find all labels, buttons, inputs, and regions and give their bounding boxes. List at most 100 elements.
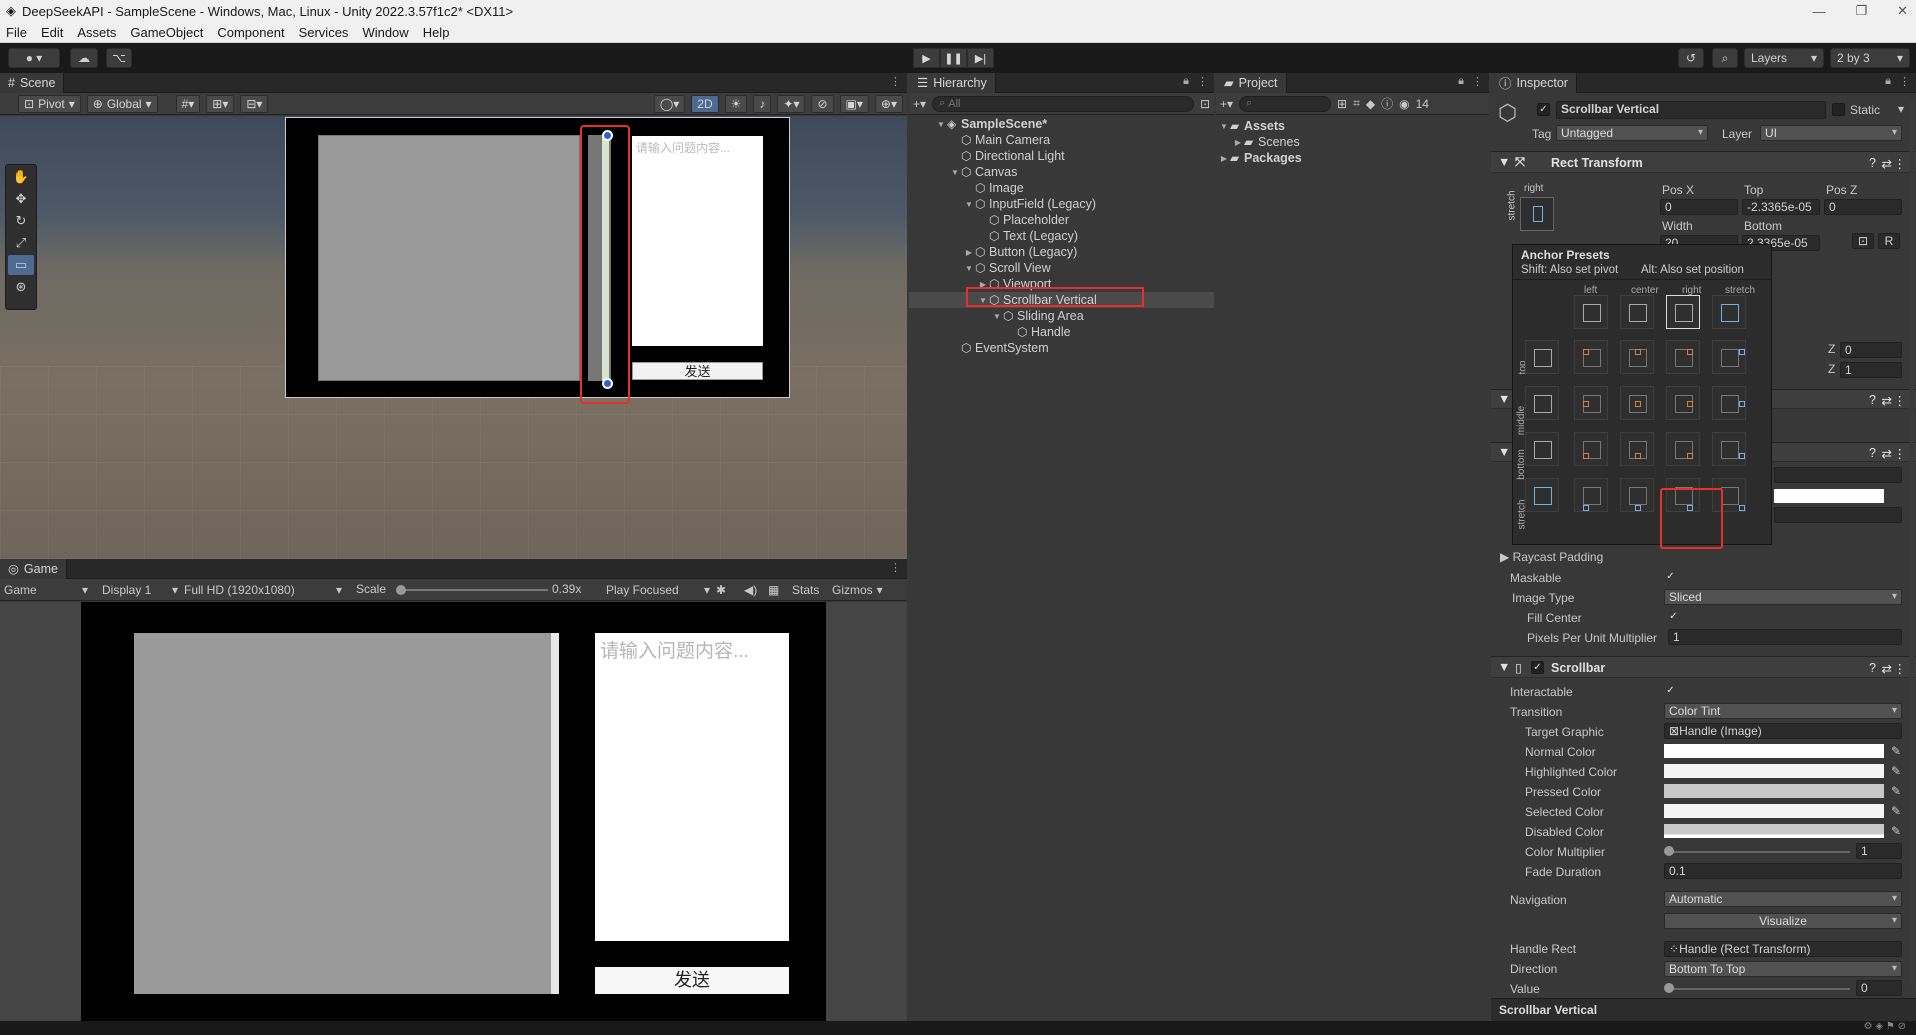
scene-scrollview-image[interactable] bbox=[318, 135, 580, 381]
hierarchy-search[interactable]: ⌕ All bbox=[932, 95, 1194, 112]
more-icon[interactable]: ⋮ bbox=[1472, 75, 1483, 88]
anchor-preset-middle-left[interactable] bbox=[1574, 386, 1608, 420]
foldout-arrow-icon[interactable]: ▼ bbox=[991, 312, 1003, 321]
lock-icon[interactable]: 🔒︎ bbox=[1885, 75, 1891, 88]
anchor-preset-bottom-left[interactable] bbox=[1574, 432, 1608, 466]
menu-help[interactable]: Help bbox=[423, 25, 450, 40]
foldout-arrow-icon[interactable]: ▼ bbox=[1498, 660, 1510, 674]
foldout-arrow-icon[interactable]: ▼ bbox=[963, 200, 975, 209]
anchor-col-stretch-preset[interactable] bbox=[1712, 295, 1746, 329]
add-icon[interactable]: +▾ bbox=[1220, 97, 1233, 111]
menu-services[interactable]: Services bbox=[299, 25, 349, 40]
ppu-field[interactable]: 1 bbox=[1668, 629, 1902, 645]
fade-duration-field[interactable]: 0.1 bbox=[1664, 863, 1902, 879]
foldout-arrow-icon[interactable]: ▼ bbox=[1218, 122, 1230, 131]
project-item[interactable]: ▶ ▰ Scenes bbox=[1216, 134, 1489, 150]
direction-dropdown[interactable]: Bottom To Top bbox=[1664, 961, 1902, 977]
hierarchy-item[interactable]: ⬡ Main Camera bbox=[909, 132, 1214, 148]
help-icon[interactable]: ? bbox=[1869, 393, 1876, 407]
tag-icon[interactable]: ◆ bbox=[1366, 97, 1375, 111]
anchor-preset-top-left[interactable] bbox=[1574, 340, 1608, 374]
camera-button[interactable]: ▣▾ bbox=[839, 94, 869, 113]
pressed-color-swatch[interactable] bbox=[1664, 784, 1884, 798]
help-icon[interactable]: ? bbox=[1869, 661, 1876, 675]
stats-button[interactable]: Stats bbox=[792, 583, 832, 597]
game-input-field[interactable]: 请输入问题内容... bbox=[595, 633, 789, 941]
tab-game[interactable]: ◎ Game bbox=[0, 559, 67, 579]
transition-dropdown[interactable]: Color Tint bbox=[1664, 703, 1902, 719]
anchor-col-right-preset[interactable] bbox=[1666, 295, 1700, 329]
anchor-preset-bottom-right[interactable] bbox=[1666, 432, 1700, 466]
anchor-preset-middle-center[interactable] bbox=[1620, 386, 1654, 420]
scale-slider[interactable]: Scale 0.39x bbox=[356, 582, 606, 598]
search-button[interactable]: ⌕ bbox=[1712, 48, 1738, 68]
more-icon[interactable]: ⋮ bbox=[1899, 75, 1910, 88]
filter-label-icon[interactable]: ⌗ bbox=[1353, 96, 1360, 111]
restore-icon[interactable]: ❐ bbox=[1855, 3, 1867, 19]
anchor-preset-bottom-center[interactable] bbox=[1620, 432, 1654, 466]
grid-snap-button[interactable]: #▾ bbox=[175, 94, 201, 113]
anchor-preset-middle-right[interactable] bbox=[1666, 386, 1700, 420]
raycast-padding-foldout[interactable]: ▶ Raycast Padding bbox=[1500, 550, 1603, 564]
hierarchy-item[interactable]: ▼ ⬡ Scroll View bbox=[909, 260, 1214, 276]
anchor-preset-bottom-stretch[interactable] bbox=[1712, 432, 1746, 466]
value-slider[interactable] bbox=[1668, 988, 1850, 990]
eye-icon[interactable]: ◉ bbox=[1399, 97, 1409, 111]
footer-label[interactable]: Scrollbar Vertical bbox=[1499, 1003, 1597, 1017]
visibility-button[interactable]: ⊘ bbox=[811, 94, 834, 113]
value-field[interactable]: 0 bbox=[1856, 980, 1902, 996]
layout-dropdown[interactable]: 2 by 3 ▾ bbox=[1830, 48, 1910, 68]
fill-center-checkbox[interactable]: ✓ bbox=[1667, 611, 1680, 624]
interactable-checkbox[interactable]: ✓ bbox=[1664, 685, 1677, 698]
more-icon[interactable]: ⋮ bbox=[1894, 393, 1907, 408]
anchor-preset-stretch-center[interactable] bbox=[1620, 478, 1654, 512]
foldout-arrow-icon[interactable]: ▼ bbox=[1498, 392, 1510, 406]
menu-file[interactable]: File bbox=[6, 25, 27, 40]
hierarchy-item[interactable]: ▶ ⬡ Button (Legacy) bbox=[909, 244, 1214, 260]
hierarchy-item[interactable]: ⬡ Directional Light bbox=[909, 148, 1214, 164]
tab-hierarchy[interactable]: ☰ Hierarchy bbox=[909, 73, 996, 93]
lock-icon[interactable]: 🔒︎ bbox=[1458, 75, 1464, 88]
menu-edit[interactable]: Edit bbox=[41, 25, 63, 40]
tag-dropdown[interactable]: Untagged bbox=[1556, 125, 1708, 141]
disabled-color-swatch[interactable] bbox=[1664, 824, 1884, 838]
anchor-row-top-preset[interactable] bbox=[1525, 340, 1559, 374]
maskable-checkbox[interactable]: ✓ bbox=[1664, 571, 1677, 584]
anchor-preset-top-stretch[interactable] bbox=[1712, 340, 1746, 374]
mute-audio-icon[interactable]: ◀) bbox=[744, 583, 768, 597]
anchor-row-middle-preset[interactable] bbox=[1525, 386, 1559, 420]
inspector-scrollbar[interactable] bbox=[1909, 100, 1915, 990]
blueprint-button[interactable]: ⊡ bbox=[1852, 233, 1874, 249]
hierarchy-item[interactable]: ⬡ Image bbox=[909, 180, 1214, 196]
scene-send-button[interactable]: 发送 bbox=[632, 362, 763, 380]
more-icon[interactable]: ⋮ bbox=[1894, 446, 1907, 461]
scene-input-field[interactable]: 请输入问题内容... bbox=[632, 136, 763, 346]
top-field[interactable]: -2.3365e-05 bbox=[1742, 199, 1820, 215]
gizmos-dropdown[interactable]: Gizmos ▾ bbox=[832, 583, 883, 597]
anchor-col-left-preset[interactable] bbox=[1574, 295, 1608, 329]
history-button[interactable]: ↺ bbox=[1678, 48, 1704, 68]
hierarchy-item[interactable]: ▼ ◈ SampleScene* bbox=[909, 116, 1214, 132]
color-multiplier-thumb[interactable] bbox=[1664, 846, 1674, 856]
value-slider-thumb[interactable] bbox=[1664, 983, 1674, 993]
effects-button[interactable]: ✦▾ bbox=[777, 94, 806, 113]
toggle-2d-button[interactable]: 2D bbox=[691, 94, 719, 113]
anchor-preset-middle-stretch[interactable] bbox=[1712, 386, 1746, 420]
menu-window[interactable]: Window bbox=[362, 25, 408, 40]
foldout-arrow-icon[interactable]: ▶ bbox=[1232, 138, 1244, 147]
foldout-arrow-icon[interactable]: ▼ bbox=[949, 168, 961, 177]
foldout-arrow-icon[interactable]: ▼ bbox=[1498, 155, 1510, 169]
collab-button[interactable]: ⌥ bbox=[106, 48, 132, 68]
account-button[interactable]: ● ▾ bbox=[8, 48, 60, 68]
selected-color-swatch[interactable] bbox=[1664, 804, 1884, 818]
hierarchy-item[interactable]: ▼ ⬡ Sliding Area bbox=[909, 308, 1214, 324]
anchor-preset-top-right[interactable] bbox=[1666, 340, 1700, 374]
eyedropper-icon[interactable]: ✎ bbox=[1891, 744, 1901, 758]
layer-dropdown[interactable]: UI bbox=[1760, 125, 1902, 141]
scale-z-field[interactable]: 1 bbox=[1840, 362, 1902, 378]
hand-tool-icon[interactable]: ✋ bbox=[8, 167, 34, 187]
target-graphic-field[interactable]: ⊠Handle (Image) bbox=[1664, 723, 1902, 739]
foldout-arrow-icon[interactable]: ▼ bbox=[1498, 445, 1510, 459]
foldout-arrow-icon[interactable]: ▼ bbox=[963, 264, 975, 273]
minimize-icon[interactable]: — bbox=[1812, 4, 1825, 19]
